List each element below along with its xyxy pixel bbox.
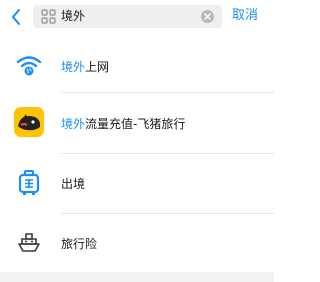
search-results-list: 境外上网 境外流量充值-飞猪旅行 出境 旅行险 [0, 40, 274, 272]
result-rest: 出境 [61, 177, 86, 191]
result-icon [14, 50, 44, 80]
fliggy-pig-icon [14, 107, 44, 137]
result-label: 境外上网 [61, 58, 109, 75]
result-icon [14, 228, 44, 258]
result-item-overseas-internet[interactable]: 境外上网 [0, 40, 274, 93]
cancel-button[interactable]: 取消 [232, 7, 258, 25]
search-input[interactable] [61, 5, 191, 28]
result-label: 出境 [61, 175, 85, 192]
ship-icon [18, 233, 40, 252]
result-item-fliggy-data[interactable]: 境外流量充值-飞猪旅行 [0, 93, 274, 154]
luggage-icon [18, 170, 40, 195]
result-label: 旅行险 [61, 235, 97, 252]
grid-search-icon [41, 9, 56, 24]
back-button[interactable] [6, 6, 26, 28]
result-icon [14, 107, 44, 137]
result-item-outbound[interactable]: 出境 [0, 154, 274, 214]
result-highlight: 境外 [61, 60, 86, 74]
result-rest: 流量充值-飞猪旅行 [85, 117, 186, 131]
clear-search-button[interactable] [201, 10, 214, 23]
wifi-globe-icon [16, 56, 42, 76]
search-box[interactable] [33, 5, 222, 28]
result-icon [14, 168, 44, 198]
result-highlight: 境外 [61, 117, 86, 131]
clear-circle-icon [204, 13, 211, 20]
result-rest: 旅行险 [61, 237, 98, 251]
chevron-left-icon [12, 9, 20, 25]
result-rest: 上网 [85, 60, 110, 74]
search-header: 取消 [0, 0, 274, 34]
result-label: 境外流量充值-飞猪旅行 [61, 115, 185, 132]
bottom-divider-strip [0, 272, 274, 282]
result-item-travel-insurance[interactable]: 旅行险 [0, 214, 274, 272]
